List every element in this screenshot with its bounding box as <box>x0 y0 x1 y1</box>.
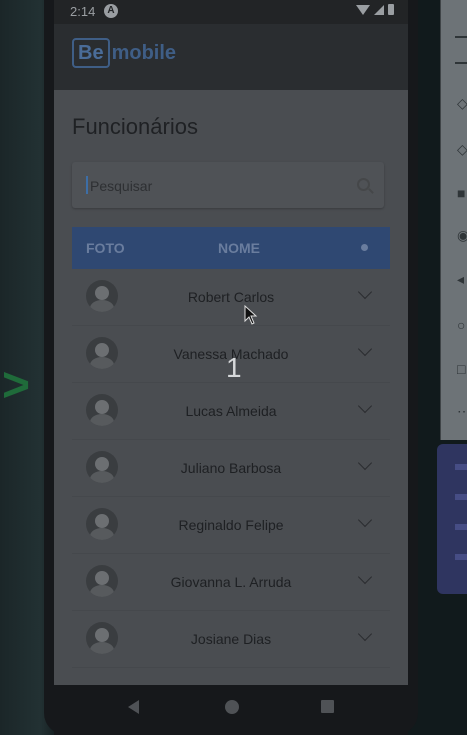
wifi-icon <box>356 4 370 15</box>
camera-icon[interactable]: ■ <box>457 186 465 200</box>
page-title: Funcionários <box>72 114 198 139</box>
chevron-down-icon[interactable] <box>357 455 373 471</box>
search-icon[interactable] <box>357 178 370 191</box>
chevron-down-icon[interactable] <box>357 284 373 300</box>
column-header-name: NOME <box>218 240 260 256</box>
panel-stripe <box>455 494 467 500</box>
back-icon[interactable]: ◂ <box>457 272 464 286</box>
battery-icon <box>388 4 394 15</box>
chevron-right-icon: > <box>2 359 31 412</box>
employee-name: Giovanna L. Arruda <box>170 574 292 590</box>
chevron-down-icon[interactable] <box>357 398 373 414</box>
panel-stripe <box>455 554 467 560</box>
avatar <box>86 565 118 597</box>
status-bar: 2:14 A <box>54 0 408 24</box>
search-box[interactable] <box>72 162 384 210</box>
back-icon[interactable] <box>128 700 139 714</box>
side-emulator-panel <box>437 444 467 594</box>
table-row[interactable]: Lucas Almeida <box>72 383 390 440</box>
dot-icon <box>361 244 368 251</box>
avatar <box>86 337 118 369</box>
app-header: Be mobile <box>54 24 408 90</box>
table-row[interactable]: Giovanna L. Arruda <box>72 554 390 611</box>
circle-icon[interactable]: ○ <box>457 318 465 332</box>
avatar <box>86 508 118 540</box>
employee-name: Juliano Barbosa <box>180 460 282 476</box>
avatar <box>86 622 118 654</box>
notification-icon: A <box>104 4 118 18</box>
logo-mobile: mobile <box>111 41 177 64</box>
table-row[interactable]: Reginaldo Felipe <box>72 497 390 554</box>
toolbar-tick <box>455 62 467 64</box>
employee-name: Lucas Almeida <box>185 403 277 419</box>
square-icon[interactable]: □ <box>457 362 465 376</box>
table-header: FOTO NOME <box>72 227 390 269</box>
diamond-icon[interactable]: ◇ <box>457 142 467 156</box>
main-content: Funcionários FOTO NOME Robert Carlos Van… <box>54 90 408 685</box>
panel-stripe <box>455 524 467 530</box>
signal-icon <box>374 4 384 15</box>
bemobile-logo: Be mobile <box>72 38 176 68</box>
ide-side-toolbar: ◇ ◇ ■ ◉ ◂ ○ □ ⋯ <box>440 0 467 440</box>
diamond-icon[interactable]: ◇ <box>457 96 467 110</box>
table-row[interactable]: Juliano Barbosa <box>72 440 390 497</box>
logo-be: Be <box>72 38 110 68</box>
android-nav-bar <box>54 685 408 735</box>
status-icons <box>356 4 394 15</box>
employee-name: Reginaldo Felipe <box>178 517 284 533</box>
overlay-number: 1 <box>226 352 242 383</box>
employee-name: Robert Carlos <box>187 289 275 305</box>
employee-name: Josiane Dias <box>190 631 272 647</box>
eye-icon[interactable]: ◉ <box>457 228 467 242</box>
chevron-down-icon[interactable] <box>357 626 373 642</box>
table-row[interactable]: Robert Carlos <box>72 269 390 326</box>
recents-icon[interactable] <box>321 700 334 713</box>
avatar <box>86 280 118 312</box>
table-row[interactable]: Josiane Dias <box>72 611 390 668</box>
chevron-down-icon[interactable] <box>357 512 373 528</box>
toolbar-tick <box>455 36 467 38</box>
search-input[interactable] <box>88 162 352 210</box>
column-header-photo: FOTO <box>86 240 125 256</box>
panel-stripe <box>455 464 467 470</box>
status-time: 2:14 <box>70 4 96 19</box>
more-icon[interactable]: ⋯ <box>457 404 467 418</box>
mouse-cursor-icon <box>244 305 258 325</box>
chevron-down-icon[interactable] <box>357 341 373 357</box>
avatar <box>86 394 118 426</box>
employee-list: Robert Carlos Vanessa Machado Lucas Alme… <box>72 269 390 668</box>
chevron-down-icon[interactable] <box>357 569 373 585</box>
home-icon[interactable] <box>225 700 239 714</box>
avatar <box>86 451 118 483</box>
